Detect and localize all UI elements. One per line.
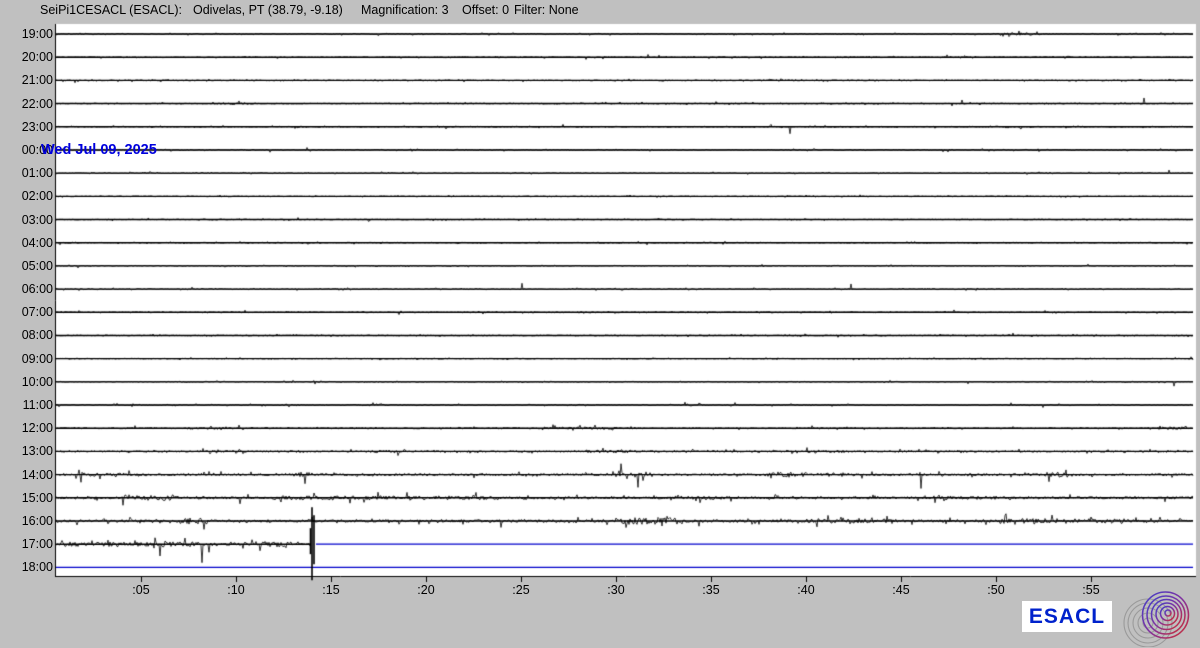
offset-label: Offset: 0 <box>462 3 509 18</box>
hour-label: 05:00 <box>0 259 53 273</box>
station-label: SeiPi1CESACL (ESACL): <box>40 3 182 18</box>
helicorder-plot <box>0 0 1200 648</box>
minute-tick-label: :05 <box>119 583 163 597</box>
hour-label: 04:00 <box>0 236 53 250</box>
hour-label: 09:00 <box>0 352 53 366</box>
hour-label: 06:00 <box>0 282 53 296</box>
minute-tick-label: :50 <box>974 583 1018 597</box>
hour-label: 19:00 <box>0 27 53 41</box>
hour-label: 20:00 <box>0 50 53 64</box>
hour-label: 22:00 <box>0 97 53 111</box>
helicorder-window: SeiPi1CESACL (ESACL): Odivelas, PT (38.7… <box>0 0 1200 648</box>
minute-tick-label: :25 <box>499 583 543 597</box>
minute-tick-label: :55 <box>1069 583 1113 597</box>
minute-tick-label: :45 <box>879 583 923 597</box>
minute-tick-label: :40 <box>784 583 828 597</box>
date-label: Wed Jul 09, 2025 <box>41 142 157 158</box>
magnification-label: Magnification: 3 <box>361 3 449 18</box>
minute-tick-label: :10 <box>214 583 258 597</box>
minute-tick-label: :15 <box>309 583 353 597</box>
hour-label: 18:00 <box>0 560 53 574</box>
hour-label: 12:00 <box>0 421 53 435</box>
minute-tick-label: :30 <box>594 583 638 597</box>
hour-label: 10:00 <box>0 375 53 389</box>
hour-label: 13:00 <box>0 444 53 458</box>
esacl-logo-text: ESACL <box>1029 606 1105 627</box>
minute-tick-label: :20 <box>404 583 448 597</box>
hour-label: 02:00 <box>0 189 53 203</box>
minute-tick-label: :35 <box>689 583 733 597</box>
location-label: Odivelas, PT (38.79, -9.18) <box>193 3 343 18</box>
hour-label: 01:00 <box>0 166 53 180</box>
hour-label: 11:00 <box>0 398 53 412</box>
hour-label: 17:00 <box>0 537 53 551</box>
filter-label: Filter: None <box>514 3 579 18</box>
hour-label: 23:00 <box>0 120 53 134</box>
hour-label: 14:00 <box>0 468 53 482</box>
esacl-spiral-icon <box>1123 588 1197 647</box>
hour-label: 08:00 <box>0 328 53 342</box>
hour-label: 16:00 <box>0 514 53 528</box>
hour-label: 15:00 <box>0 491 53 505</box>
hour-label: 21:00 <box>0 73 53 87</box>
esacl-logo: ESACL <box>1022 601 1112 632</box>
hour-label: 03:00 <box>0 213 53 227</box>
hour-label: 07:00 <box>0 305 53 319</box>
